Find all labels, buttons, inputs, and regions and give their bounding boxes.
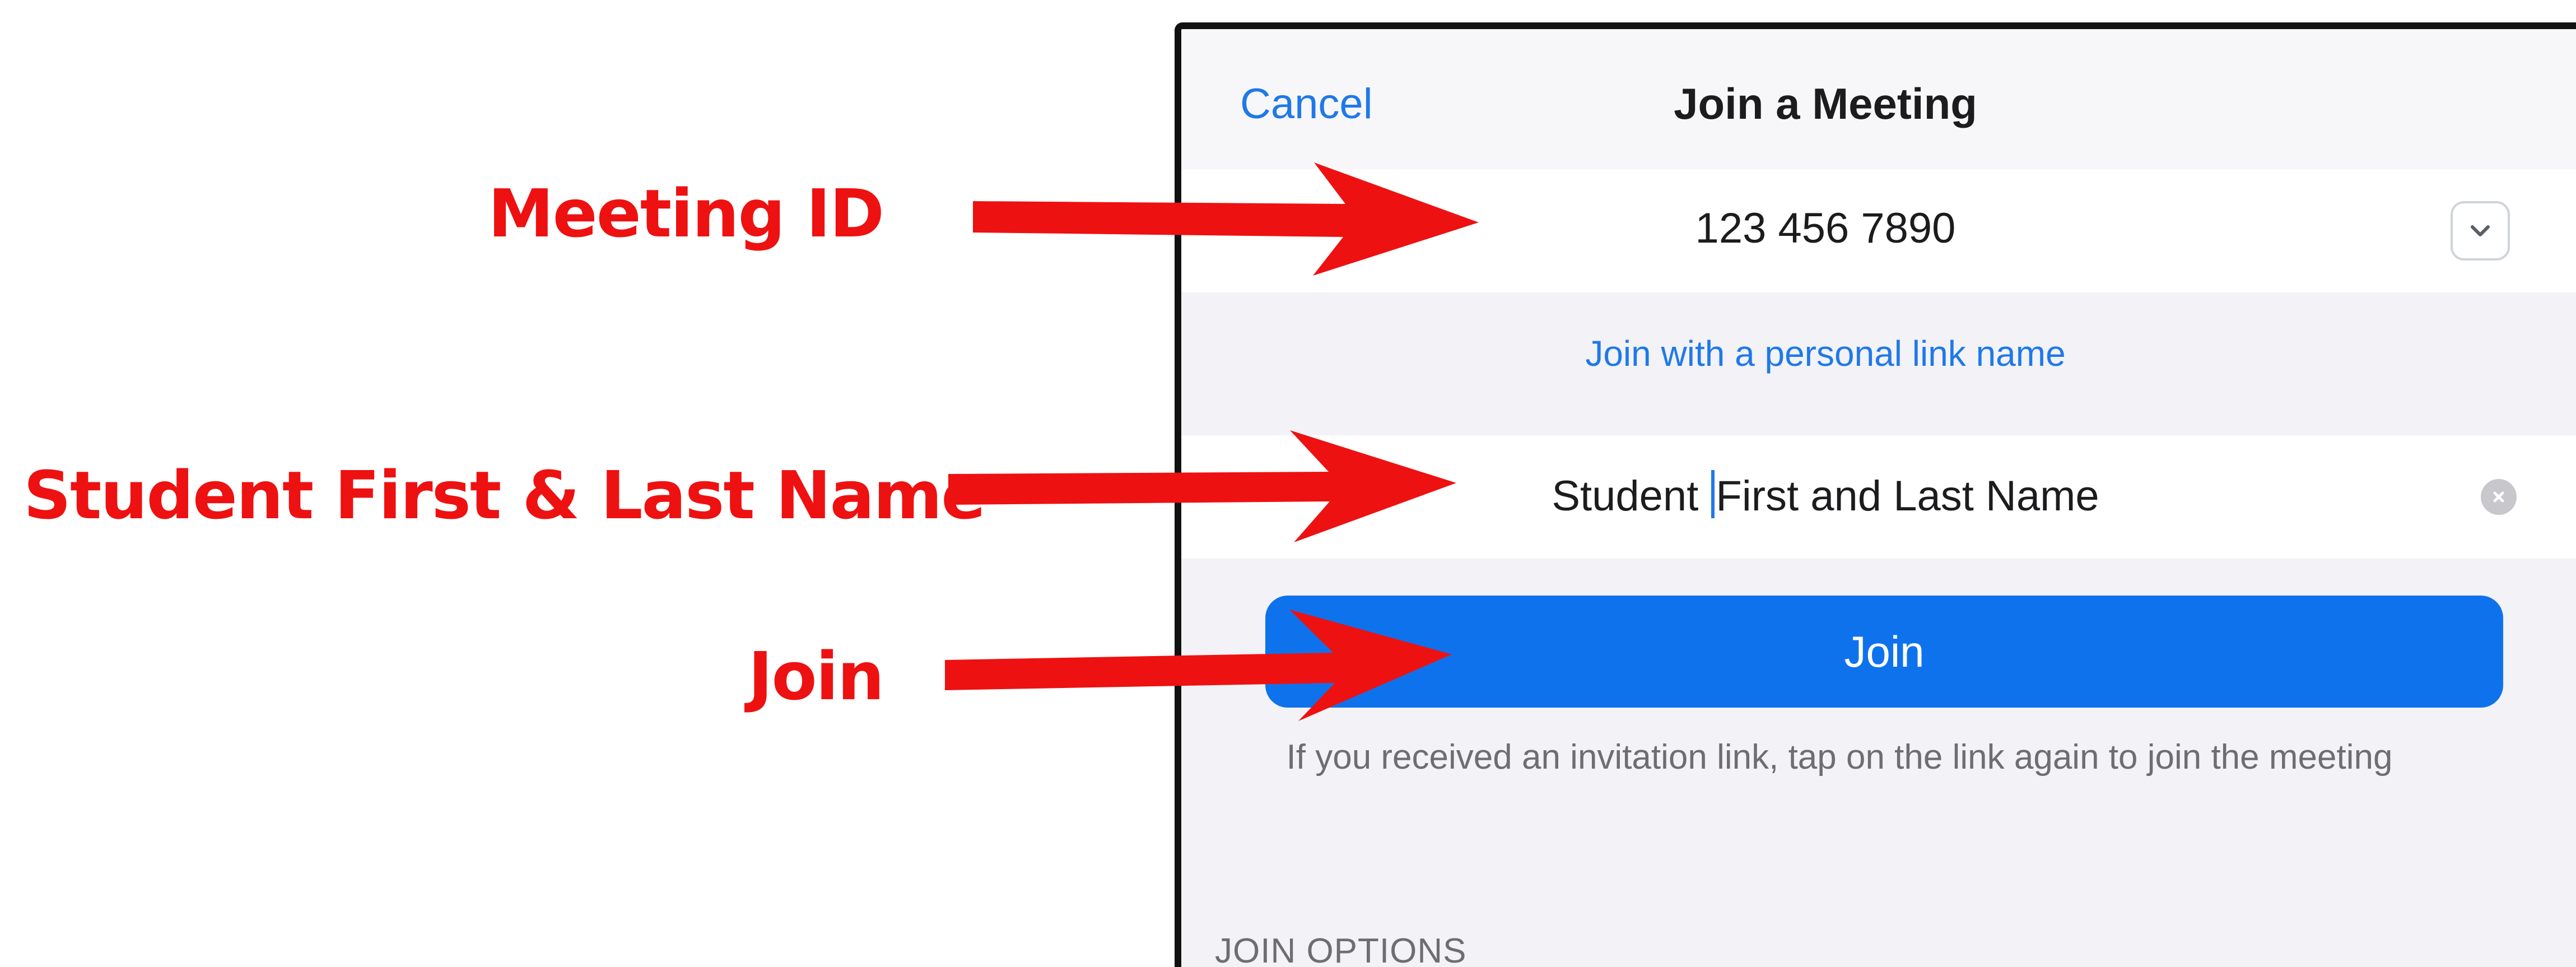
join-button[interactable]: Join: [1265, 596, 2503, 708]
meeting-id-value[interactable]: 123 456 7890: [1181, 204, 2576, 253]
display-name-value[interactable]: Student First and Last Name: [1181, 470, 2576, 520]
join-annotation: Join: [748, 638, 884, 715]
navigation-bar: Cancel Join a Meeting: [1181, 29, 2576, 169]
chevron-down-icon: [2471, 225, 2490, 236]
text-cursor: [1711, 470, 1715, 518]
page-title: Join a Meeting: [1674, 79, 1977, 128]
join-meeting-screen: Cancel Join a Meeting 123 456 7890 Join …: [1175, 22, 2576, 967]
x-mark-icon: [2493, 491, 2504, 503]
invitation-hint-text: If you received an invitation link, tap …: [1286, 738, 2393, 777]
meeting-id-field[interactable]: 123 456 7890: [1181, 169, 2576, 292]
clear-icon[interactable]: [2481, 479, 2517, 515]
personal-link-name-link[interactable]: Join with a personal link name: [1181, 333, 2576, 374]
name-text-before-cursor: Student: [1552, 472, 1711, 520]
meeting-id-annotation: Meeting ID: [488, 175, 884, 252]
meeting-history-dropdown-button[interactable]: [2451, 201, 2510, 261]
display-name-field[interactable]: Student First and Last Name: [1181, 435, 2576, 559]
student-name-annotation: Student First & Last Name: [24, 457, 986, 534]
join-options-header: JOIN OPTIONS: [1215, 932, 1467, 967]
annotated-screenshot: Meeting ID Student First & Last Name Joi…: [0, 0, 2576, 967]
name-text-after-cursor: First and Last Name: [1716, 472, 2099, 520]
